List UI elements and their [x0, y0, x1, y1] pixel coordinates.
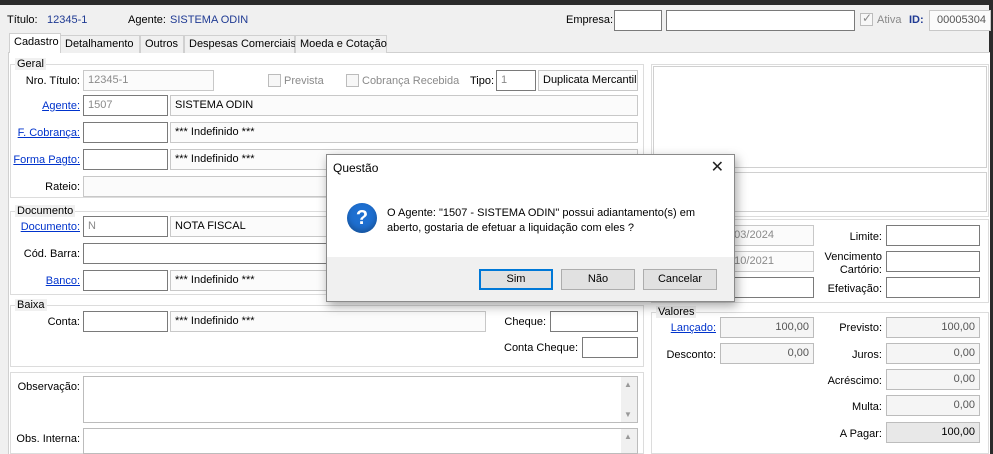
acrescimo-label: Acréscimo:: [827, 375, 882, 387]
tipo-code-input[interactable]: 1: [496, 70, 536, 91]
tab-outros[interactable]: Outros: [140, 35, 184, 53]
cheque-input[interactable]: [550, 311, 638, 332]
vencimento-cartorio-label: Vencimento Cartório:: [816, 251, 882, 277]
documento-link[interactable]: Documento:: [12, 221, 80, 233]
conta-name-input: *** Indefinido ***: [170, 311, 486, 332]
dialog-message: O Agente: "1507 - SISTEMA ODIN" possui a…: [387, 207, 696, 234]
empresa-code-input[interactable]: [614, 10, 662, 31]
cobranca-recebida-label: Cobrança Recebida: [362, 75, 460, 87]
banco-link[interactable]: Banco:: [12, 275, 80, 287]
tab-moeda-cotacao[interactable]: Moeda e Cotação: [295, 35, 387, 53]
tab-cadastro[interactable]: Cadastro: [9, 33, 61, 54]
vencimento-cartorio-input[interactable]: [886, 251, 980, 272]
observacao-textarea[interactable]: ▲ ▼: [83, 376, 638, 423]
cheque-label: Cheque:: [504, 316, 546, 328]
scroll-down-icon[interactable]: ▼: [624, 410, 632, 419]
desconto-input[interactable]: 0,00: [720, 343, 814, 364]
lancado-input[interactable]: 100,00: [720, 317, 814, 338]
conta-cheque-label: Conta Cheque:: [504, 342, 578, 354]
limite-input[interactable]: [886, 225, 980, 246]
previsto-input[interactable]: 100,00: [886, 317, 980, 338]
lancado-link[interactable]: Lançado:: [654, 322, 716, 334]
dialog-title: Questão: [333, 161, 379, 175]
scroll-up-icon[interactable]: ▲: [624, 432, 632, 441]
obs-interna-textarea[interactable]: ▲: [83, 428, 638, 454]
right-memo-box[interactable]: [653, 66, 987, 168]
question-icon: ?: [347, 203, 377, 233]
geral-title: Geral: [15, 58, 46, 70]
previsto-label: Previsto:: [839, 322, 882, 334]
prevista-label: Prevista: [284, 75, 324, 87]
sim-button[interactable]: Sim: [479, 269, 553, 290]
a-pagar-label: A Pagar:: [839, 428, 882, 440]
forma-pagto-link[interactable]: Forma Pagto:: [12, 154, 80, 166]
banco-code-input[interactable]: [83, 270, 168, 291]
cod-barra-label: Cód. Barra:: [23, 248, 80, 260]
efetivacao-label: Efetivação:: [827, 283, 882, 295]
header-agente-label: Agente:: [128, 14, 166, 26]
nao-button[interactable]: Não: [561, 269, 635, 290]
documento-code-input[interactable]: N: [83, 216, 168, 237]
conta-cheque-input[interactable]: [582, 337, 638, 358]
scroll-up-icon[interactable]: ▲: [624, 380, 632, 389]
obs-interna-label: Obs. Interna:: [16, 433, 80, 445]
id-input: 00005304: [929, 10, 991, 31]
close-icon[interactable]: ✕: [711, 157, 724, 177]
cartorio-label: Cartório:: [839, 264, 882, 276]
prevista-checkbox[interactable]: [268, 74, 281, 87]
forma-pagto-code-input[interactable]: [83, 149, 168, 170]
vencimento-label: Vencimento: [824, 251, 882, 263]
acrescimo-input[interactable]: 0,00: [886, 369, 980, 390]
limite-label: Limite:: [849, 231, 882, 243]
observacao-scrollbar[interactable]: ▲ ▼: [621, 377, 637, 422]
titulo-label: Título:: [7, 14, 38, 26]
multa-label: Multa:: [852, 401, 882, 413]
empresa-name-input[interactable]: [666, 10, 855, 31]
efetivacao-input[interactable]: [886, 277, 980, 298]
ativa-checkbox[interactable]: [860, 11, 873, 26]
juros-label: Juros:: [852, 349, 882, 361]
multa-input[interactable]: 0,00: [886, 395, 980, 416]
nro-titulo-input[interactable]: 12345-1: [83, 70, 214, 91]
f-cobranca-link[interactable]: F. Cobrança:: [12, 127, 80, 139]
f-cobranca-name-input: *** Indefinido ***: [170, 122, 638, 143]
empresa-label: Empresa:: [566, 14, 614, 26]
nro-titulo-label: Nro. Título:: [25, 75, 80, 87]
conta-label: Conta:: [47, 316, 80, 328]
rateio-label: Rateio:: [45, 181, 80, 193]
obs-interna-scrollbar[interactable]: ▲: [621, 429, 637, 453]
agente-link[interactable]: Agente:: [12, 100, 80, 112]
cancelar-button[interactable]: Cancelar: [643, 269, 717, 290]
id-label: ID:: [909, 14, 924, 26]
agente-name-input: SISTEMA ODIN: [170, 95, 638, 116]
agente-code-input[interactable]: 1507: [83, 95, 168, 116]
ativa-label: Ativa: [877, 14, 902, 26]
tipo-label: Tipo:: [470, 75, 495, 87]
titulo-value: 12345-1: [47, 14, 88, 26]
documento-title: Documento: [15, 205, 76, 217]
window-frame-top: [0, 0, 993, 5]
f-cobranca-code-input[interactable]: [83, 122, 168, 143]
tab-detalhamento[interactable]: Detalhamento: [60, 35, 140, 53]
valores-title: Valores: [656, 306, 697, 318]
header-agente-value: SISTEMA ODIN: [170, 14, 249, 26]
a-pagar-input: 100,00: [886, 422, 980, 443]
question-dialog: Questão ✕ ? O Agente: "1507 - SISTEMA OD…: [326, 154, 735, 302]
tipo-name-input: Duplicata Mercantil: [538, 70, 638, 91]
baixa-title: Baixa: [15, 299, 47, 311]
observacao-label: Observação:: [17, 381, 80, 393]
cobranca-recebida-checkbox[interactable]: [346, 74, 359, 87]
conta-code-input[interactable]: [83, 311, 168, 332]
desconto-label: Desconto:: [666, 349, 716, 361]
tab-despesas-comerciais[interactable]: Despesas Comerciais: [184, 35, 296, 53]
juros-input[interactable]: 0,00: [886, 343, 980, 364]
